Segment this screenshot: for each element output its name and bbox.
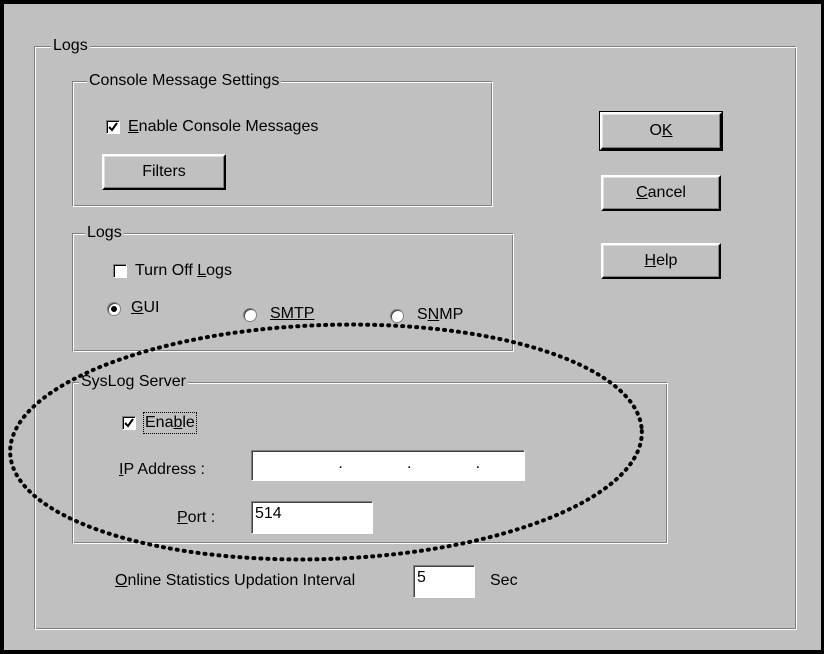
interval-field[interactable]: 5 xyxy=(413,565,475,598)
syslog-enable-checkbox[interactable] xyxy=(122,416,136,430)
radio-selected-dot xyxy=(111,306,117,312)
ip-address-field[interactable]: . . . xyxy=(251,450,525,481)
logs-group-title: Logs xyxy=(85,224,124,242)
radio-snmp-label[interactable]: SNMP xyxy=(417,306,463,324)
enable-console-messages-label[interactable]: Enable Console Messages xyxy=(128,118,318,136)
port-field[interactable]: 514 xyxy=(251,501,373,534)
outer-logs-group-title: Logs xyxy=(51,37,90,55)
ok-button-label: OK xyxy=(649,122,673,139)
logs-group: Logs xyxy=(72,224,514,352)
interval-value: 5 xyxy=(417,569,426,586)
checkmark-icon xyxy=(124,418,134,428)
radio-gui[interactable] xyxy=(107,302,121,316)
turn-off-logs-checkbox[interactable] xyxy=(113,264,127,278)
radio-snmp[interactable] xyxy=(390,309,404,323)
ok-button[interactable]: OK xyxy=(599,111,723,151)
interval-label: Online Statistics Updation Interval xyxy=(115,572,356,589)
filters-button[interactable]: Filters xyxy=(102,154,226,190)
syslog-enable-label[interactable]: Enable xyxy=(143,412,197,434)
turn-off-logs-label[interactable]: Turn Off Logs xyxy=(135,262,232,280)
cancel-button-label: Cancel xyxy=(636,184,686,201)
port-value: 514 xyxy=(255,505,282,522)
ip-address-label: IP Address : xyxy=(119,461,205,478)
radio-gui-label[interactable]: GUI xyxy=(131,299,159,317)
help-button[interactable]: Help xyxy=(601,243,721,279)
cancel-button[interactable]: Cancel xyxy=(601,175,721,211)
help-button-label: Help xyxy=(644,252,678,269)
syslog-server-group-title: SysLog Server xyxy=(79,373,188,391)
filters-button-label: Filters xyxy=(142,163,186,180)
radio-smtp[interactable] xyxy=(243,308,257,322)
checkmark-icon xyxy=(108,122,118,132)
radio-smtp-label[interactable]: SMTP xyxy=(270,305,314,323)
enable-console-messages-checkbox[interactable] xyxy=(106,120,120,134)
logs-dialog: Logs Console Message Settings Enable Con… xyxy=(0,0,824,654)
port-label: Port : xyxy=(177,509,216,526)
ip-address-value: . . . xyxy=(304,455,522,472)
console-message-settings-title: Console Message Settings xyxy=(87,72,282,90)
interval-unit: Sec xyxy=(490,572,518,589)
